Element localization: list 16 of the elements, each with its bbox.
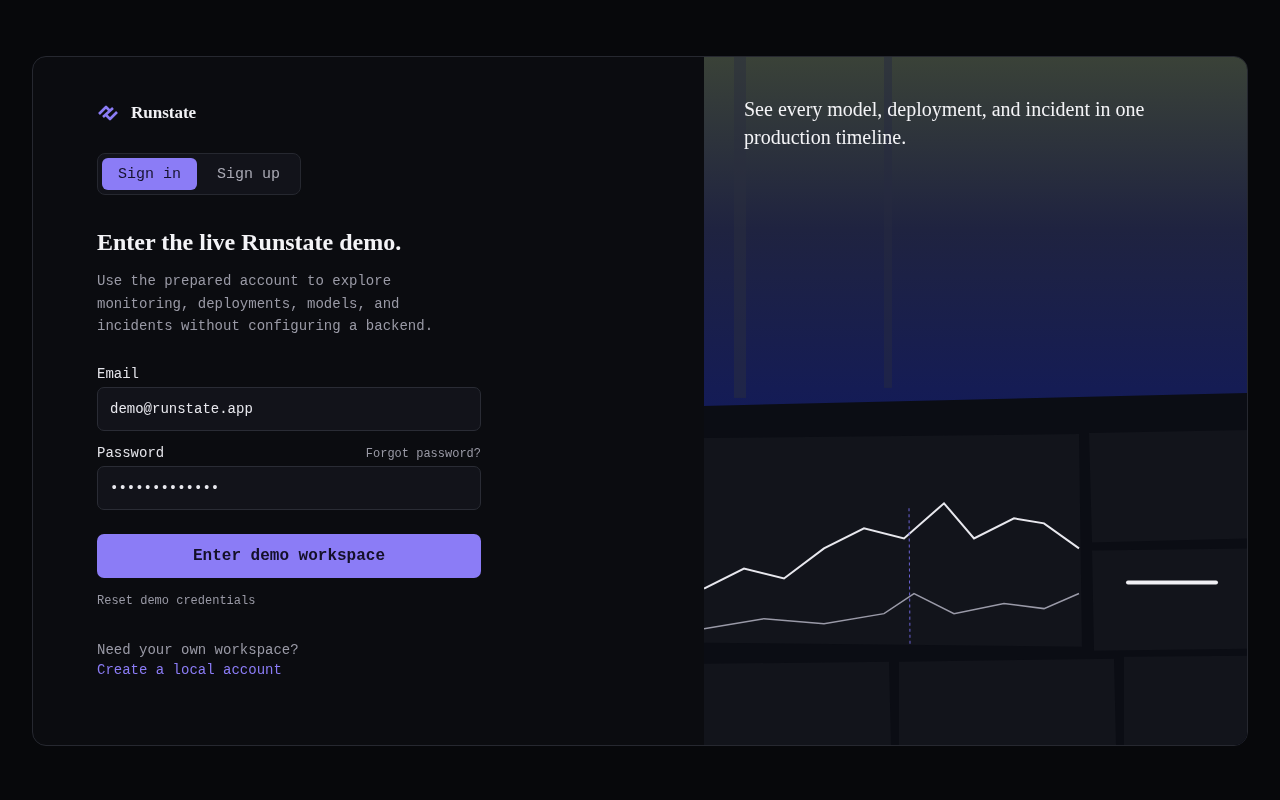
submit-button[interactable]: Enter demo workspace [97,533,481,578]
email-field[interactable]: demo@runstate.app [97,386,481,431]
email-label: Email [97,365,139,382]
brand-name: Runstate [131,103,197,123]
logo-icon [97,104,119,122]
auth-tab[interactable]: Sign in [102,158,197,190]
description: Use the prepared account to explore monitoring, deployments, models, and incidents without configuring a backend. [97,272,435,336]
password-field[interactable]: ••••••••••••• [97,465,481,510]
forgot-password-link[interactable]: Forgot password? [365,446,481,461]
password-label: Password [97,444,165,461]
reset-credentials-link[interactable]: Reset demo credentials [97,593,256,608]
create-account-link[interactable]: Create a local account [97,661,282,678]
footer-text: Need your own workspace? [97,641,299,658]
hero-caption: See every model, deployment, and incident in one production timeline. [744,97,1146,151]
auth-tab[interactable]: Sign up [201,158,297,190]
heading: Enter the live Runstate demo. [97,229,402,256]
